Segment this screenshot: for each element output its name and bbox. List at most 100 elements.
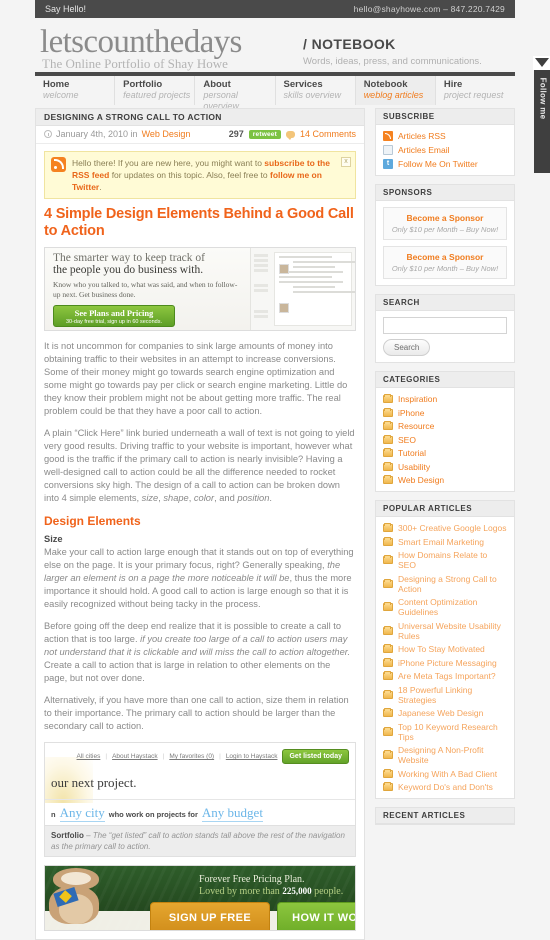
- popular-article-item[interactable]: Universal Website Usability Rules: [383, 621, 507, 641]
- haystack-caption: Sortfolio – The “get listed” call to act…: [45, 825, 355, 856]
- popular-article-item[interactable]: How Domains Relate to SEO: [383, 550, 507, 570]
- subscribe-item-email[interactable]: Articles Email: [383, 145, 507, 155]
- popular-article-item[interactable]: Are Meta Tags Important?: [383, 671, 507, 681]
- nav-item-about[interactable]: About personal overview: [195, 76, 276, 111]
- haystack-link-about[interactable]: About Haystack: [112, 753, 158, 760]
- category-item[interactable]: iPhone: [383, 407, 507, 418]
- haystack-any-budget-link[interactable]: Any budget: [201, 805, 263, 822]
- popular-article-item[interactable]: Keyword Do's and Don'ts: [383, 782, 507, 792]
- popular-article-label: 18 Powerful Linking Strategies: [398, 684, 473, 705]
- folder-icon: [383, 421, 393, 430]
- nav-sublabel: welcome: [43, 90, 79, 100]
- get-listed-today-button[interactable]: Get listed today: [282, 749, 349, 764]
- article-category-link[interactable]: Web Design: [142, 129, 191, 139]
- haystack-link-all-cities[interactable]: All cities: [77, 753, 101, 760]
- nav-label: Portfolio: [123, 79, 163, 90]
- say-hello-link[interactable]: Say Hello!: [45, 4, 86, 14]
- popular-article-item[interactable]: 300+ Creative Google Logos: [383, 523, 507, 533]
- article-date: January 4th, 2010 in: [56, 129, 138, 139]
- sponsor-slot-2[interactable]: Become a Sponsor Only $10 per Month – Bu…: [383, 246, 507, 279]
- close-icon[interactable]: x: [341, 157, 351, 167]
- sponsor-title: Become a Sponsor: [406, 213, 484, 223]
- popular-article-label: Designing A Non-Profit Website: [398, 745, 484, 765]
- widget-sponsors: SPONSORS Become a Sponsor Only $10 per M…: [375, 184, 515, 286]
- popular-article-item[interactable]: Designing a Strong Call to Action: [383, 574, 507, 594]
- category-item[interactable]: SEO: [383, 434, 507, 445]
- nav-item-portfolio[interactable]: Portfolio featured projects: [115, 76, 196, 105]
- sign-up-free-button[interactable]: SIGN UP FREE: [150, 902, 270, 930]
- category-item[interactable]: Inspiration: [383, 394, 507, 404]
- nav-label: Home: [43, 79, 70, 90]
- popular-article-item[interactable]: Japanese Web Design: [383, 708, 507, 718]
- widget-title: SUBSCRIBE: [376, 109, 514, 125]
- contact-info[interactable]: hello@shayhowe.com – 847.220.7429: [354, 4, 505, 14]
- popular-article-item[interactable]: iPhone Picture Messaging: [383, 657, 507, 668]
- folder-icon: [383, 768, 393, 778]
- comments-link[interactable]: 14 Comments: [300, 129, 356, 139]
- sponsor-sub: Only $10 per Month – Buy Now!: [391, 225, 499, 234]
- category-label: Usability: [398, 461, 431, 472]
- site-logo[interactable]: letscounthedays: [40, 26, 242, 59]
- folder-icon: [383, 523, 393, 532]
- article-paragraph-5: Alternatively, if you have more than one…: [44, 695, 349, 731]
- popular-article-item[interactable]: Top 10 Keyword Research Tips: [383, 722, 507, 742]
- hero-cta-button[interactable]: See Plans and Pricing 30-day free trial,…: [53, 305, 175, 327]
- subscribe-label: Articles Email: [398, 145, 450, 155]
- article-meta: January 4th, 2010 in Web Design 297 retw…: [36, 126, 364, 144]
- nav-separator: |: [105, 753, 108, 760]
- popular-article-item[interactable]: Smart Email Marketing: [383, 536, 507, 547]
- folder-icon: [383, 657, 393, 667]
- widget-title: SEARCH: [376, 295, 514, 311]
- nav-item-home[interactable]: Home welcome: [35, 76, 116, 105]
- folder-icon: [383, 448, 393, 457]
- article-paragraph-1: It is not uncommon for companies to sink…: [44, 341, 348, 416]
- search-input[interactable]: [383, 317, 507, 334]
- p2-em-size: size: [141, 493, 159, 503]
- widget-title: POPULAR ARTICLES: [376, 501, 514, 517]
- nav-item-hire[interactable]: Hire project request: [436, 76, 515, 105]
- section-title: / NOTEBOOK: [303, 36, 396, 52]
- sponsor-slot-1[interactable]: Become a Sponsor Only $10 per Month – Bu…: [383, 207, 507, 240]
- haystack-link-favorites[interactable]: My favorites (0): [169, 753, 214, 760]
- hero-right-panel: [249, 248, 355, 330]
- category-item[interactable]: Usability: [383, 461, 507, 472]
- haystack-figure: All cities | About Haystack | My favorit…: [44, 742, 356, 857]
- nav-separator: |: [219, 753, 221, 760]
- how-it-works-button[interactable]: HOW IT WORKS: [277, 902, 355, 930]
- search-button[interactable]: Search: [383, 339, 431, 356]
- category-item[interactable]: Resource: [383, 421, 507, 431]
- p2-end: .: [269, 493, 272, 503]
- sponsor-sub: Only $10 per Month – Buy Now!: [391, 264, 499, 273]
- haystack-link-login[interactable]: Login to Haystack: [226, 753, 278, 760]
- heading-design-elements: Design Elements: [44, 514, 141, 528]
- folder-icon: [383, 750, 393, 759]
- category-label: Resource: [398, 421, 435, 431]
- folder-icon: [383, 625, 393, 635]
- retweet-button[interactable]: retweet: [248, 129, 281, 139]
- widget-categories: CATEGORIES Inspiration iPhone Resource S…: [375, 371, 515, 492]
- subscribe-item-rss[interactable]: Articles RSS: [383, 131, 507, 141]
- nav-item-services[interactable]: Services skills overview: [276, 76, 356, 105]
- category-item[interactable]: Web Design: [383, 475, 507, 485]
- haystack-any-city-link[interactable]: Any city: [59, 805, 105, 822]
- folder-icon: [383, 434, 393, 444]
- popular-article-item[interactable]: Designing A Non-Profit Website: [383, 745, 507, 765]
- category-item[interactable]: Tutorial: [383, 448, 507, 458]
- popular-article-label: iPhone Picture Messaging: [398, 657, 497, 668]
- popular-article-item[interactable]: How To Stay Motivated: [383, 644, 507, 654]
- article-paragraph-2: A plain “Click Here” link buried underne…: [44, 427, 356, 505]
- popular-article-item[interactable]: Content Optimization Guidelines: [383, 597, 507, 617]
- subscribe-item-twitter[interactable]: t Follow Me On Twitter: [383, 159, 507, 169]
- rss-icon: [51, 157, 66, 172]
- popular-article-item[interactable]: Working With A Bad Client: [383, 768, 507, 779]
- popular-article-label: How Domains Relate to SEO: [398, 550, 488, 570]
- popular-article-item[interactable]: 18 Powerful Linking Strategies: [383, 685, 507, 705]
- p2-em-shape: shape: [163, 493, 189, 503]
- haystack-screenshot: All cities | About Haystack | My favorit…: [45, 743, 355, 825]
- nav-label: Hire: [443, 79, 463, 90]
- nav-item-notebook[interactable]: Notebook weblog articles: [355, 76, 436, 105]
- p2-em-position: position: [237, 493, 270, 503]
- folder-icon: [383, 671, 393, 680]
- category-label: iPhone: [398, 407, 425, 418]
- follow-me-tab[interactable]: Follow me: [533, 56, 550, 173]
